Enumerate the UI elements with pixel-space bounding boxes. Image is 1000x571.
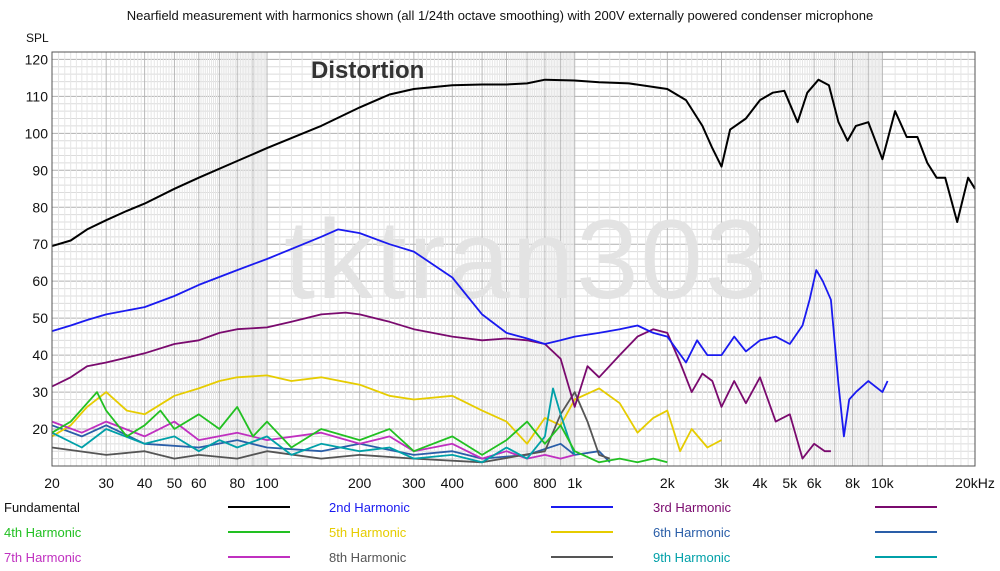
legend-label: 7th Harmonic — [4, 550, 82, 565]
y-tick-label: 20 — [32, 421, 48, 437]
legend-label: 8th Harmonic — [329, 550, 407, 565]
y-tick-label: 80 — [32, 199, 48, 215]
legend-label: 3rd Harmonic — [653, 500, 732, 515]
y-tick-labels: 20 30 40 50 60 70 80 90 100 110 120 — [25, 51, 49, 437]
x-tick-label: 50 — [167, 475, 183, 491]
x-tick-label: 1k — [567, 475, 583, 491]
x-tick-label: 2k — [660, 475, 676, 491]
x-tick-label: 30 — [98, 475, 114, 491]
x-tick-label: 8k — [845, 475, 861, 491]
x-tick-label: 20 — [44, 475, 60, 491]
x-tick-label: 4k — [753, 475, 769, 491]
x-tick-label: 20kHz — [955, 475, 995, 491]
y-tick-label: 90 — [32, 162, 48, 178]
chart-title: Nearfield measurement with harmonics sho… — [127, 8, 873, 23]
distortion-annotation: Distortion — [311, 57, 424, 84]
y-tick-label: 100 — [25, 125, 49, 141]
x-tick-label: 10k — [871, 475, 895, 491]
y-tick-label: 70 — [32, 236, 48, 252]
x-tick-label: 800 — [533, 475, 557, 491]
x-tick-label: 300 — [402, 475, 426, 491]
legend: Fundamental 2nd Harmonic 3rd Harmonic 4th H… — [4, 500, 937, 565]
legend-label: Fundamental — [4, 500, 80, 515]
legend-label: 6th Harmonic — [653, 525, 731, 540]
legend-label: 9th Harmonic — [653, 550, 731, 565]
x-tick-label: 400 — [441, 475, 465, 491]
legend-label: 4th Harmonic — [4, 525, 82, 540]
x-tick-labels: 20 30 40 50 60 80 100 200 300 400 600 800 1k 2k 3k 4k 5k… — [44, 475, 995, 491]
y-tick-label: 40 — [32, 347, 48, 363]
x-tick-label: 40 — [137, 475, 153, 491]
chart-canvas: Nearfield measurement with harmonics sho… — [4, 8, 995, 565]
x-tick-label: 60 — [191, 475, 207, 491]
x-tick-label: 80 — [229, 475, 245, 491]
y-tick-label: 30 — [32, 384, 48, 400]
x-tick-label: 5k — [782, 475, 798, 491]
watermark-text: tktran303 — [284, 197, 769, 322]
x-tick-label: 6k — [807, 475, 823, 491]
x-tick-label: 100 — [255, 475, 279, 491]
series-line-8th-harmonic — [51, 391, 611, 464]
x-tick-label: 3k — [714, 475, 730, 491]
x-tick-label: 600 — [495, 475, 519, 491]
y-tick-label: 120 — [25, 51, 49, 67]
series-line-5th-harmonic — [51, 374, 722, 453]
x-tick-label: 200 — [348, 475, 372, 491]
legend-label: 5th Harmonic — [329, 525, 407, 540]
legend-label: 2nd Harmonic — [329, 500, 410, 515]
y-tick-label: 60 — [32, 273, 48, 289]
y-tick-label: 50 — [32, 310, 48, 326]
y-tick-label: 110 — [26, 88, 49, 104]
y-axis-label: SPL — [26, 31, 49, 45]
